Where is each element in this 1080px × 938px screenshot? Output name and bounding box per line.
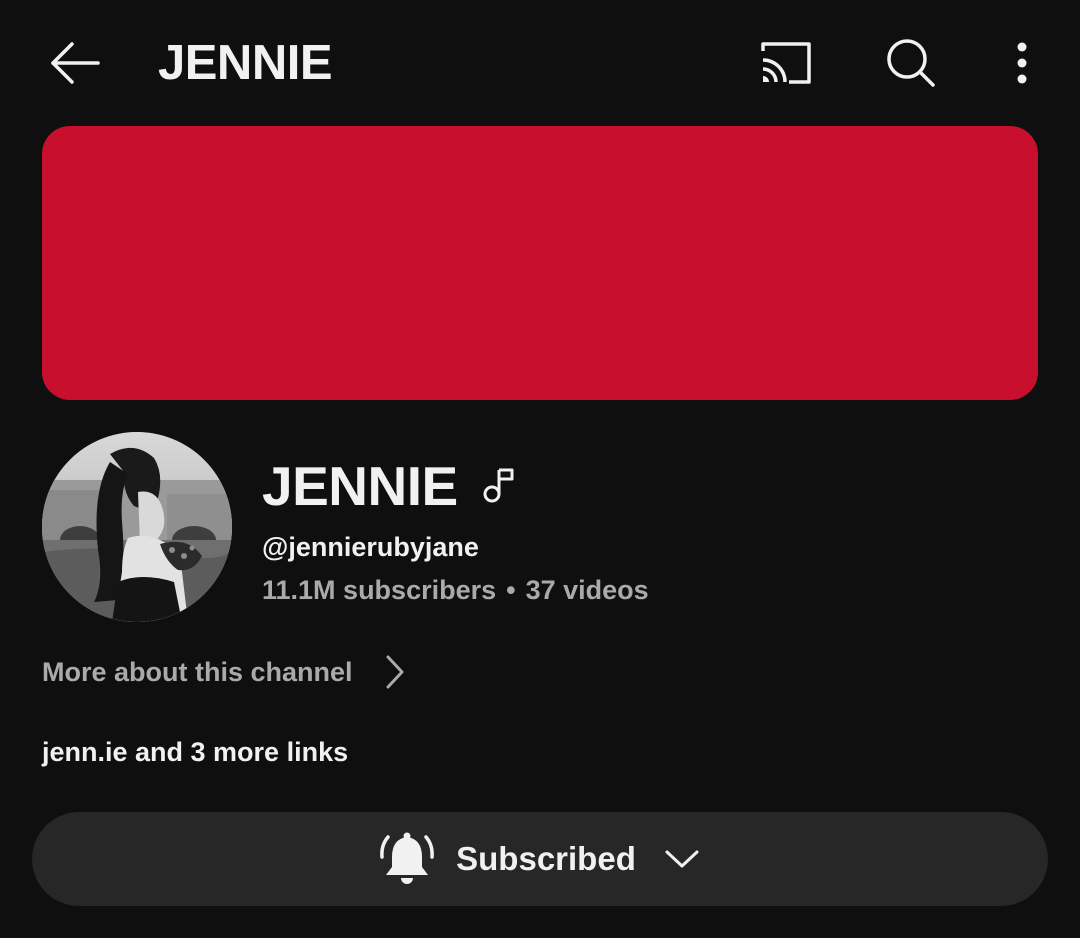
search-button[interactable]: [880, 34, 942, 92]
cast-button[interactable]: [752, 34, 818, 92]
video-count: 37 videos: [525, 575, 649, 605]
app-top-bar: JENNIE: [0, 0, 1080, 126]
chevron-down-icon: [665, 850, 699, 868]
more-about-channel-link[interactable]: More about this channel: [42, 650, 405, 694]
bell-ringing-icon: [380, 832, 435, 884]
avatar-photo: [42, 432, 232, 622]
search-icon: [887, 39, 935, 87]
channel-banner: [42, 126, 1038, 400]
more-vertical-icon: [1017, 42, 1027, 84]
channel-avatar[interactable]: [42, 432, 232, 622]
channel-stats: 11.1M subscribers • 37 videos: [262, 573, 649, 607]
page-title: JENNIE: [158, 36, 333, 90]
subscribed-button[interactable]: Subscribed: [32, 812, 1048, 906]
more-about-label: More about this channel: [42, 656, 353, 687]
cast-icon: [761, 42, 811, 84]
back-button[interactable]: [44, 34, 106, 92]
channel-links[interactable]: jenn.ie and 3 more links: [42, 735, 348, 769]
channel-handle: @jennierubyjane: [262, 532, 479, 562]
music-note-icon: [483, 468, 514, 503]
subscribed-label: Subscribed: [456, 840, 636, 877]
arrow-left-icon: [51, 42, 100, 84]
stats-separator: •: [506, 575, 516, 605]
more-options-button[interactable]: [1000, 34, 1044, 92]
subscriber-count: 11.1M subscribers: [262, 575, 497, 605]
channel-name: JENNIE: [262, 455, 458, 517]
chevron-right-icon: [386, 655, 404, 689]
